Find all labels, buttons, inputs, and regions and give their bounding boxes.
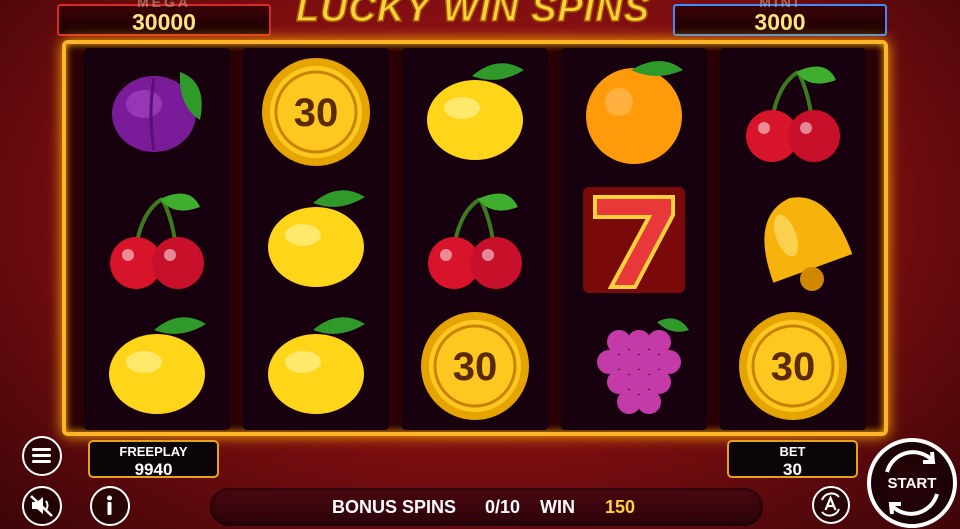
lemon-icon bbox=[243, 302, 389, 429]
cherry-icon bbox=[402, 175, 548, 302]
bell-icon bbox=[720, 175, 866, 302]
coin-30-icon: 30 bbox=[402, 302, 548, 429]
start-label: START bbox=[887, 475, 937, 492]
coin-30-icon: 30 bbox=[243, 48, 389, 175]
freeplay-label: FREEPLAY bbox=[119, 444, 188, 459]
sound-toggle-button[interactable] bbox=[22, 486, 62, 526]
freeplay-panel: FREEPLAY 9940 bbox=[88, 440, 219, 479]
lemon-icon bbox=[402, 48, 548, 175]
speaker-muted-icon bbox=[30, 495, 53, 517]
reel-1 bbox=[84, 48, 230, 430]
grapes-icon bbox=[561, 302, 707, 429]
bet-label: BET bbox=[779, 444, 806, 459]
plum-icon bbox=[84, 48, 230, 175]
start-spin-button[interactable]: START bbox=[867, 438, 957, 528]
bet-panel[interactable]: BET 30 bbox=[727, 440, 858, 479]
win-label: WIN bbox=[540, 497, 575, 517]
cherry-icon bbox=[720, 48, 866, 175]
lemon-icon bbox=[84, 302, 230, 429]
bonus-spins-value: 0/10 bbox=[485, 497, 521, 517]
info-button[interactable] bbox=[90, 486, 130, 526]
cherry-icon bbox=[84, 175, 230, 302]
game-title: LUCKY WIN SPINS bbox=[295, 0, 651, 31]
win-value: 150 bbox=[605, 497, 636, 517]
hamburger-icon bbox=[32, 448, 51, 463]
autoplay-icon bbox=[821, 492, 840, 517]
bet-value: 30 bbox=[783, 460, 802, 479]
reel-frame: 30 30 30 bbox=[62, 40, 888, 436]
mini-jackpot-value: 3000 bbox=[754, 9, 806, 35]
svg-text:30: 30 bbox=[294, 91, 339, 135]
reel-4 bbox=[561, 48, 707, 430]
lemon-icon bbox=[243, 175, 389, 302]
bonus-spins-label: BONUS SPINS bbox=[332, 497, 457, 517]
autoplay-button[interactable] bbox=[812, 486, 850, 524]
mini-jackpot-panel: MINI 3000 bbox=[673, 0, 887, 36]
reel-3: 30 bbox=[402, 48, 548, 430]
reel-5: 30 bbox=[720, 48, 866, 430]
coin-30-icon: 30 bbox=[720, 302, 866, 429]
bonus-status-bar: BONUS SPINS 0/10 WIN 150 bbox=[210, 488, 763, 526]
seven-icon bbox=[561, 175, 707, 302]
svg-text:30: 30 bbox=[453, 345, 498, 389]
mega-jackpot-value: 30000 bbox=[132, 9, 196, 35]
reel-2: 30 bbox=[243, 48, 389, 430]
mega-jackpot-panel: MEGA 30000 bbox=[57, 0, 271, 36]
orange-icon bbox=[561, 48, 707, 175]
freeplay-value: 9940 bbox=[134, 460, 173, 479]
svg-text:30: 30 bbox=[771, 345, 816, 389]
info-icon bbox=[107, 495, 112, 515]
menu-button[interactable] bbox=[22, 436, 62, 476]
